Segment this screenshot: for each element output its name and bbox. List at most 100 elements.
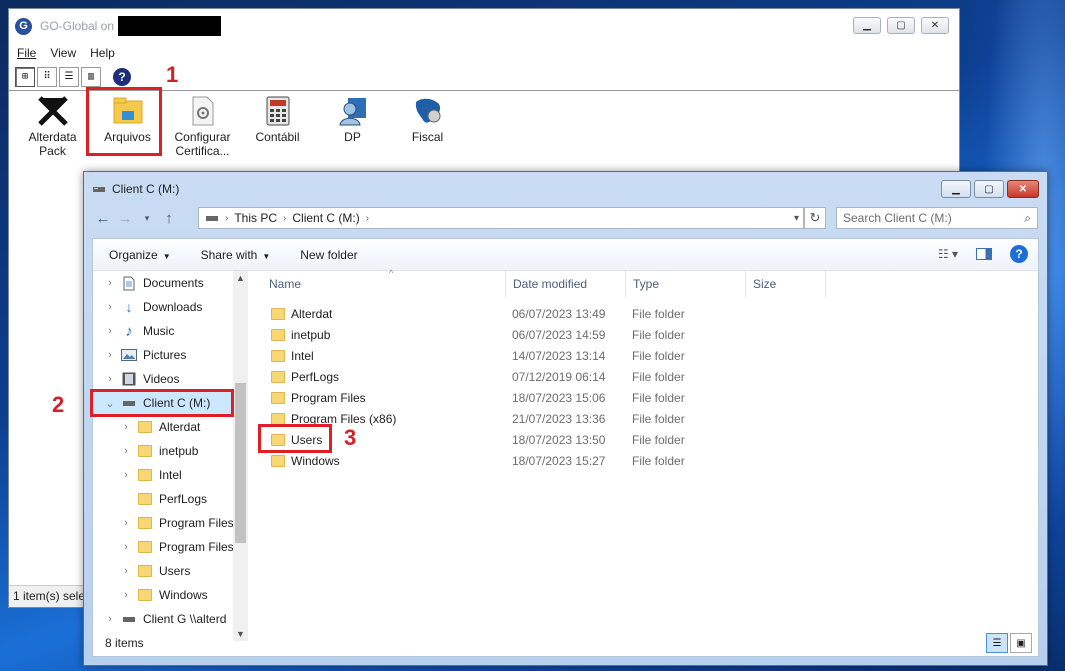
app-configurar-certificado[interactable]: Configurar Certifica... [165,95,240,165]
music-icon: ♪ [125,322,133,340]
file-row[interactable]: Windows 18/07/2023 15:27 File folder [251,450,1038,471]
details-view-button[interactable]: ▥ [81,66,101,87]
app-contabil[interactable]: Contábil [240,95,315,165]
app-fiscal[interactable]: Fiscal [390,95,465,165]
chevron-right-icon[interactable]: › [119,421,133,433]
forward-arrow-icon[interactable]: → [114,210,136,227]
tree-item[interactable]: › Documents [93,271,247,295]
up-arrow-icon[interactable]: ↑ [158,210,180,227]
tree-item[interactable]: › Pictures [93,343,247,367]
tree-item[interactable]: › Program Files ( [93,535,247,559]
redacted-hostname [118,16,222,36]
file-list: ^ Name Date modified Type Size Alterdat 0… [251,268,1038,641]
chevron-right-icon[interactable]: › [103,349,117,361]
menu-file[interactable]: File [17,46,36,60]
back-arrow-icon[interactable]: ← [92,210,114,227]
column-type[interactable]: Type [626,271,746,297]
tree-item[interactable]: › Client G \\alterd [93,607,247,631]
details-view-button[interactable]: ☰ [986,633,1008,653]
share-with-button[interactable]: Share with ▼ [201,248,271,262]
pictures-icon [121,347,137,363]
column-name[interactable]: Name [251,271,506,297]
explorer-titlebar[interactable]: Client C (M:) [92,182,179,196]
small-icons-view-button[interactable]: ⠿ [37,66,57,87]
recent-dropdown-icon[interactable]: ▾ [136,213,158,224]
chevron-right-icon[interactable]: › [103,301,117,313]
address-bar[interactable]: › This PC › Client C (M:) › ▾ [198,207,804,229]
list-view-button[interactable]: ☰ [59,66,79,87]
file-type: File folder [632,432,685,447]
address-dropdown-icon[interactable]: ▾ [794,213,799,224]
tree-item[interactable]: › Windows [93,583,247,607]
app-dp[interactable]: DP [315,95,390,165]
file-row[interactable]: inetpub 06/07/2023 14:59 File folder [251,324,1038,345]
chevron-right-icon[interactable]: › [119,445,133,457]
chevron-right-icon[interactable]: › [119,589,133,601]
tree-item-label: inetpub [159,444,199,458]
goglobal-menubar: File View Help [9,43,959,63]
tree-item-label: Downloads [143,300,203,314]
column-date-modified[interactable]: Date modified [506,271,626,297]
search-input[interactable]: Search Client C (M:) ⌕ [836,207,1038,229]
refresh-icon[interactable]: ↻ [804,207,826,229]
tree-item[interactable]: › inetpub [93,439,247,463]
chevron-right-icon[interactable]: › [103,373,117,385]
chevron-right-icon[interactable]: › [103,613,117,625]
breadcrumb-this-pc[interactable]: This PC [234,211,277,225]
preview-pane-icon[interactable] [976,248,992,260]
explorer-maximize-button[interactable]: ▢ [974,180,1004,198]
breadcrumb-client-c[interactable]: Client C (M:) [292,211,359,225]
file-row[interactable]: Users 18/07/2023 13:50 File folder [251,429,1038,450]
minimize-button[interactable]: ▁ [853,17,881,34]
help-icon[interactable]: ? [113,67,131,86]
tree-item[interactable]: › ♪ Music [93,319,247,343]
file-row[interactable]: Intel 14/07/2023 13:14 File folder [251,345,1038,366]
new-folder-button[interactable]: New folder [300,248,357,262]
videos-icon [121,371,137,387]
app-alterdata-pack[interactable]: Alterdata Pack [15,95,90,165]
chevron-right-icon: › [225,212,229,224]
chevron-right-icon[interactable]: › [119,469,133,481]
tree-item[interactable]: › Program Files [93,511,247,535]
column-size[interactable]: Size [746,271,826,297]
tree-item[interactable]: › Intel [93,463,247,487]
file-row[interactable]: Program Files (x86) 21/07/2023 13:36 File … [251,408,1038,429]
tree-item[interactable]: PerfLogs [93,487,247,511]
organize-button[interactable]: Organize ▼ [109,248,171,262]
close-button[interactable]: ✕ [921,17,949,34]
chevron-right-icon[interactable]: › [119,517,133,529]
tree-item[interactable]: › Videos [93,367,247,391]
file-date: 07/12/2019 06:14 [512,369,606,384]
folder-icon [137,563,153,579]
chevron-right-icon[interactable]: › [119,565,133,577]
tree-item[interactable]: › Alterdat [93,415,247,439]
goglobal-titlebar[interactable]: G GO-Global on [9,9,959,43]
file-row[interactable]: PerfLogs 07/12/2019 06:14 File folder [251,366,1038,387]
change-view-icon[interactable]: ☷ ▾ [938,247,958,261]
chevron-right-icon[interactable]: › [119,541,133,553]
menu-view[interactable]: View [50,46,76,60]
folder-icon [137,491,153,507]
explorer-statusbar: 8 items [93,630,1038,656]
tree-item[interactable]: › Users [93,559,247,583]
nav-scrollbar[interactable]: ▲ ▼ [233,271,248,641]
file-type: File folder [632,390,685,405]
file-row[interactable]: Alterdat 06/07/2023 13:49 File folder [251,303,1038,324]
chevron-right-icon[interactable]: › [103,277,117,289]
navigation-pane: › Documents › ↓ Downloads › ♪ Music › Pictures › Vi… [93,271,247,641]
tree-item-label: Music [143,324,175,338]
file-date: 06/07/2023 13:49 [512,306,606,321]
help-icon[interactable]: ? [1010,245,1028,263]
maximize-button[interactable]: ▢ [887,17,915,34]
folder-icon [271,328,285,341]
menu-help[interactable]: Help [90,46,115,60]
command-bar: Organize ▼ Share with ▼ New folder [93,239,1038,271]
large-icons-view-button[interactable]: ▣ [1010,633,1032,653]
file-type: File folder [632,327,685,342]
explorer-close-button[interactable]: ✕ [1007,180,1039,198]
chevron-right-icon[interactable]: › [103,325,117,337]
tree-item[interactable]: › ↓ Downloads [93,295,247,319]
large-icons-view-button[interactable]: ⊞ [15,66,35,87]
file-row[interactable]: Program Files 18/07/2023 15:06 File folder [251,387,1038,408]
explorer-minimize-button[interactable]: ▁ [941,180,971,198]
